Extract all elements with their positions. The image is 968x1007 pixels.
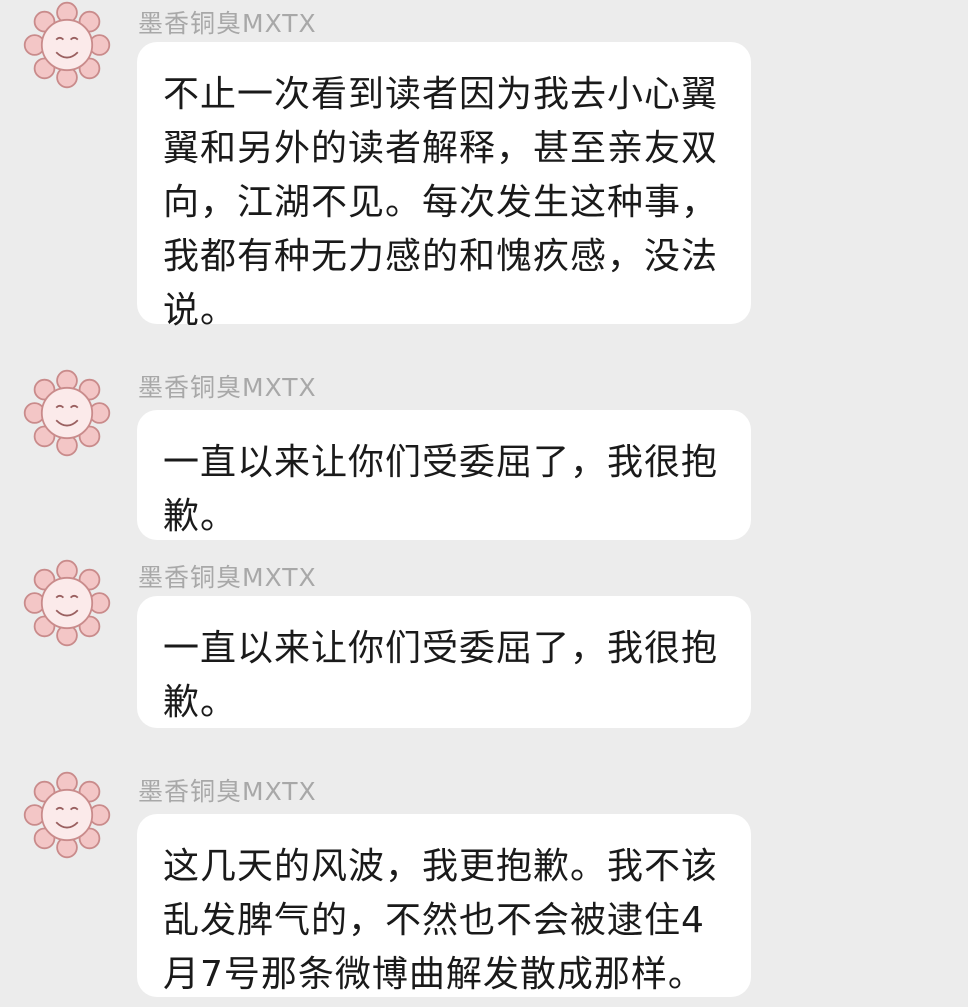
sender-name: 墨香铜臭MXTX: [138, 9, 317, 38]
message-bubble[interactable]: 不止一次看到读者因为我去小心翼翼和另外的读者解释，甚至亲友双向，江湖不见。每次发…: [137, 42, 751, 331]
message-text: 不止一次看到读者因为我去小心翼翼和另外的读者解释，甚至亲友双向，江湖不见。每次发…: [163, 74, 719, 331]
chat-thread: 墨香铜臭MXTX 不止一次看到读者因为我去小心翼翼和另外的读者解释，甚至亲友双向…: [0, 0, 968, 1007]
message-bubble[interactable]: 这几天的风波，我更抱歉。我不该乱发脾气的，不然也不会被逮住4月7号那条微博曲解发…: [137, 814, 751, 997]
message-text: 这几天的风波，我更抱歉。我不该乱发脾气的，不然也不会被逮住4月7号那条微博曲解发…: [163, 846, 719, 995]
sunflower-face-icon[interactable]: [22, 558, 112, 648]
message-bubble[interactable]: 一直以来让你们受委屈了，我很抱歉。: [137, 596, 751, 728]
sunflower-face-icon[interactable]: [22, 368, 112, 458]
sunflower-face-icon[interactable]: [22, 0, 112, 90]
sender-name: 墨香铜臭MXTX: [138, 563, 317, 592]
message-bubble[interactable]: 一直以来让你们受委屈了，我很抱歉。: [137, 410, 751, 540]
message-text: 一直以来让你们受委屈了，我很抱歉。: [163, 628, 719, 723]
message-text: 一直以来让你们受委屈了，我很抱歉。: [163, 442, 719, 537]
sunflower-face-icon[interactable]: [22, 770, 112, 860]
sender-name: 墨香铜臭MXTX: [138, 373, 317, 402]
sender-name: 墨香铜臭MXTX: [138, 777, 317, 806]
